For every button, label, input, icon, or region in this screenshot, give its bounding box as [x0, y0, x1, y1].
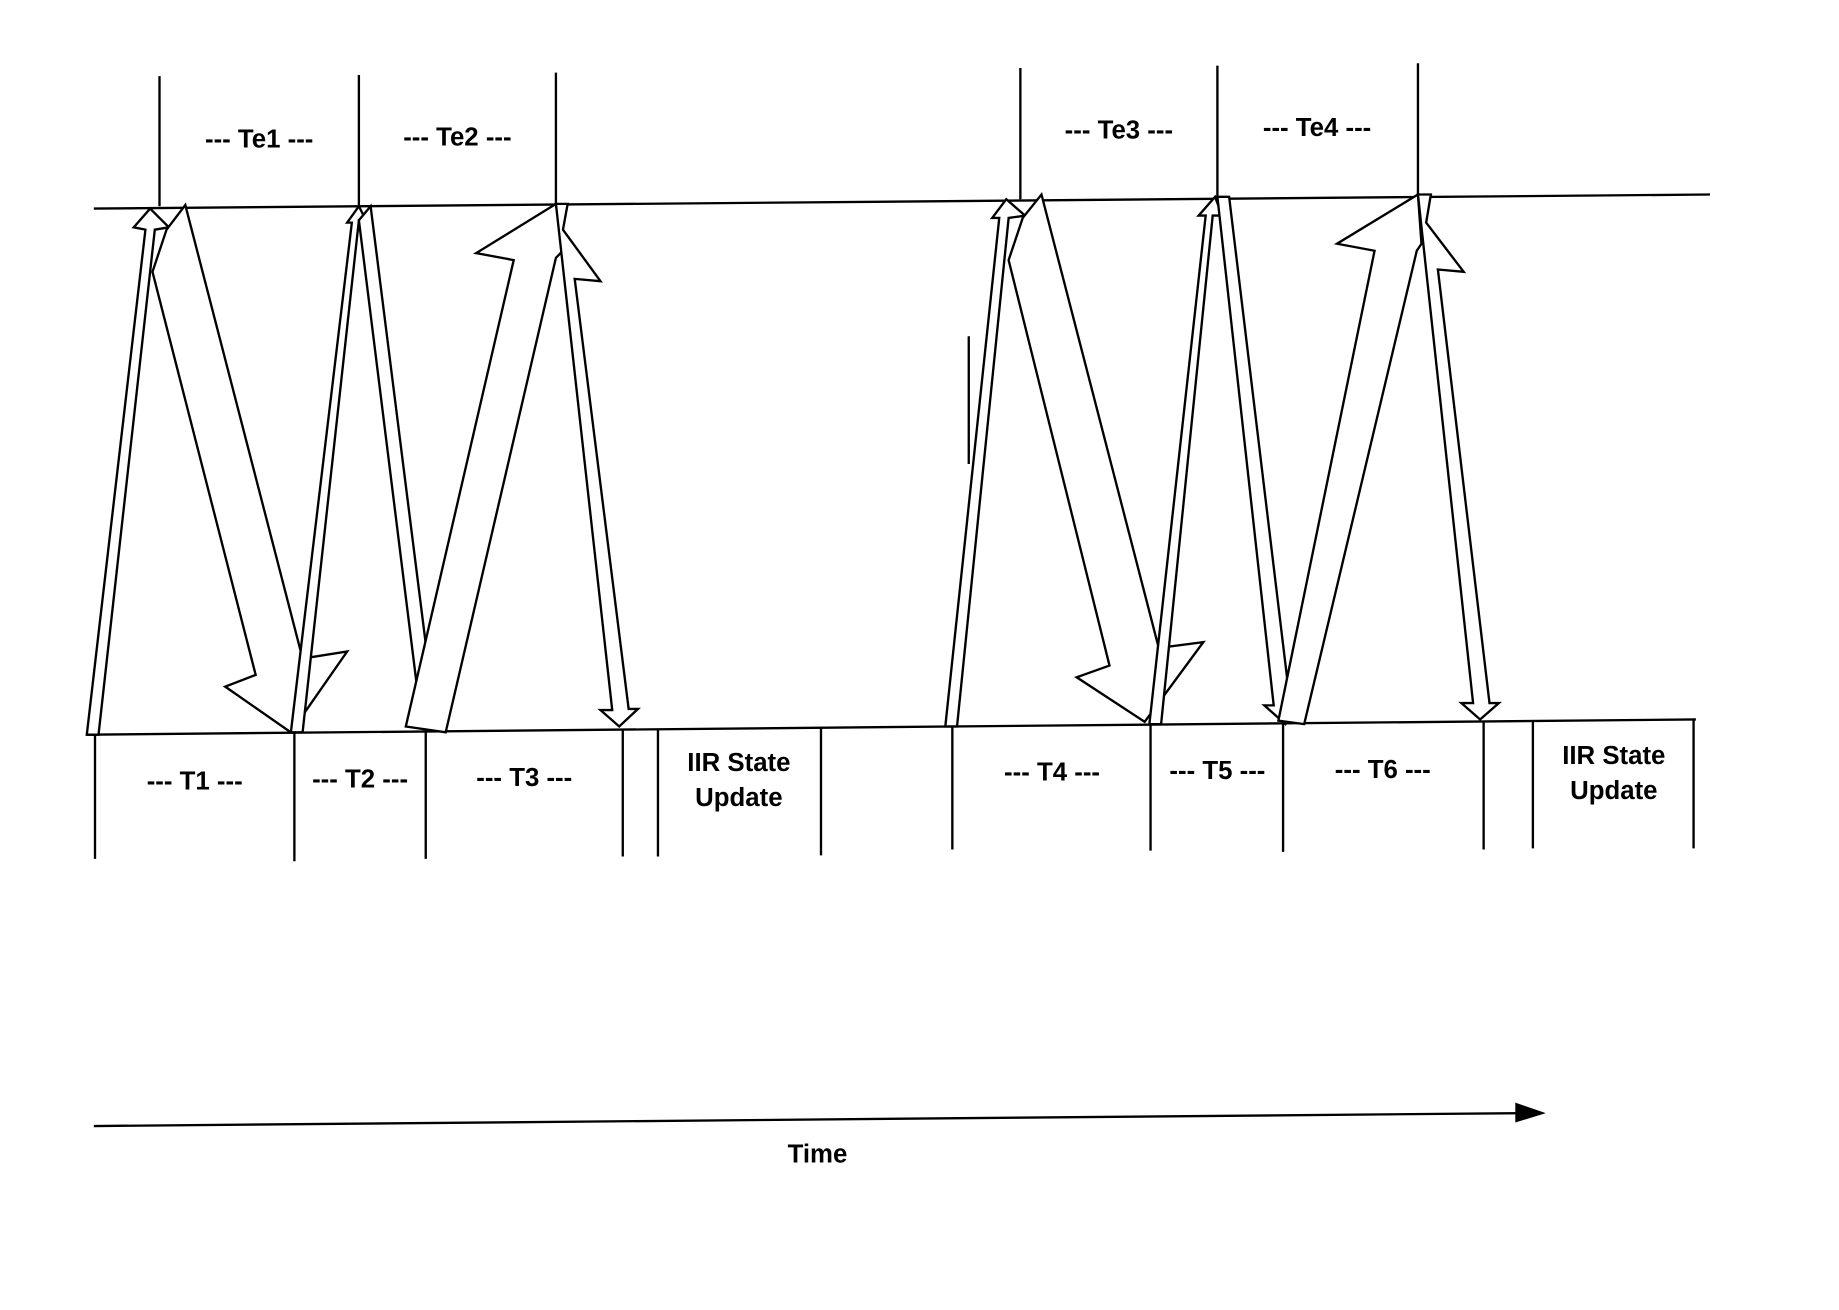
top-dividers — [158, 63, 1420, 207]
label-iir-update-2-line2: Update — [1570, 777, 1657, 805]
time-axis — [93, 1111, 1521, 1128]
down-arrow-3 — [554, 202, 641, 729]
time-arrowhead — [1515, 1102, 1546, 1123]
down-arrow-1 — [151, 202, 350, 734]
time-label: Time — [788, 1140, 848, 1168]
label-te3: --- Te3 --- — [1065, 116, 1173, 144]
label-iir-update-2-line1: IIR State — [1562, 742, 1665, 770]
label-iir-update-1-line2: Update — [695, 784, 782, 812]
down-arrow-5 — [1216, 195, 1302, 726]
timing-diagram: --- Te1 --- --- Te2 --- --- Te3 --- --- … — [85, 63, 1710, 1168]
label-te2: --- Te2 --- — [403, 123, 511, 151]
label-t2: --- T2 --- — [312, 765, 408, 793]
label-te1: --- Te1 --- — [205, 126, 313, 154]
label-t4: --- T4 --- — [1004, 758, 1100, 786]
label-t5: --- T5 --- — [1169, 757, 1265, 785]
label-t6: --- T6 --- — [1335, 756, 1431, 784]
label-t1: --- T1 --- — [147, 768, 243, 796]
bottom-timeline — [86, 718, 1696, 736]
down-arrow-6 — [1416, 193, 1503, 722]
up-arrow-3 — [404, 201, 565, 734]
label-te4: --- Te4 --- — [1263, 114, 1371, 142]
down-arrow-4 — [1007, 191, 1206, 724]
label-iir-update-1-line1: IIR State — [687, 749, 790, 777]
label-t3: --- T3 --- — [476, 764, 572, 792]
up-arrow-6 — [1276, 192, 1423, 726]
top-timeline — [93, 193, 1710, 210]
